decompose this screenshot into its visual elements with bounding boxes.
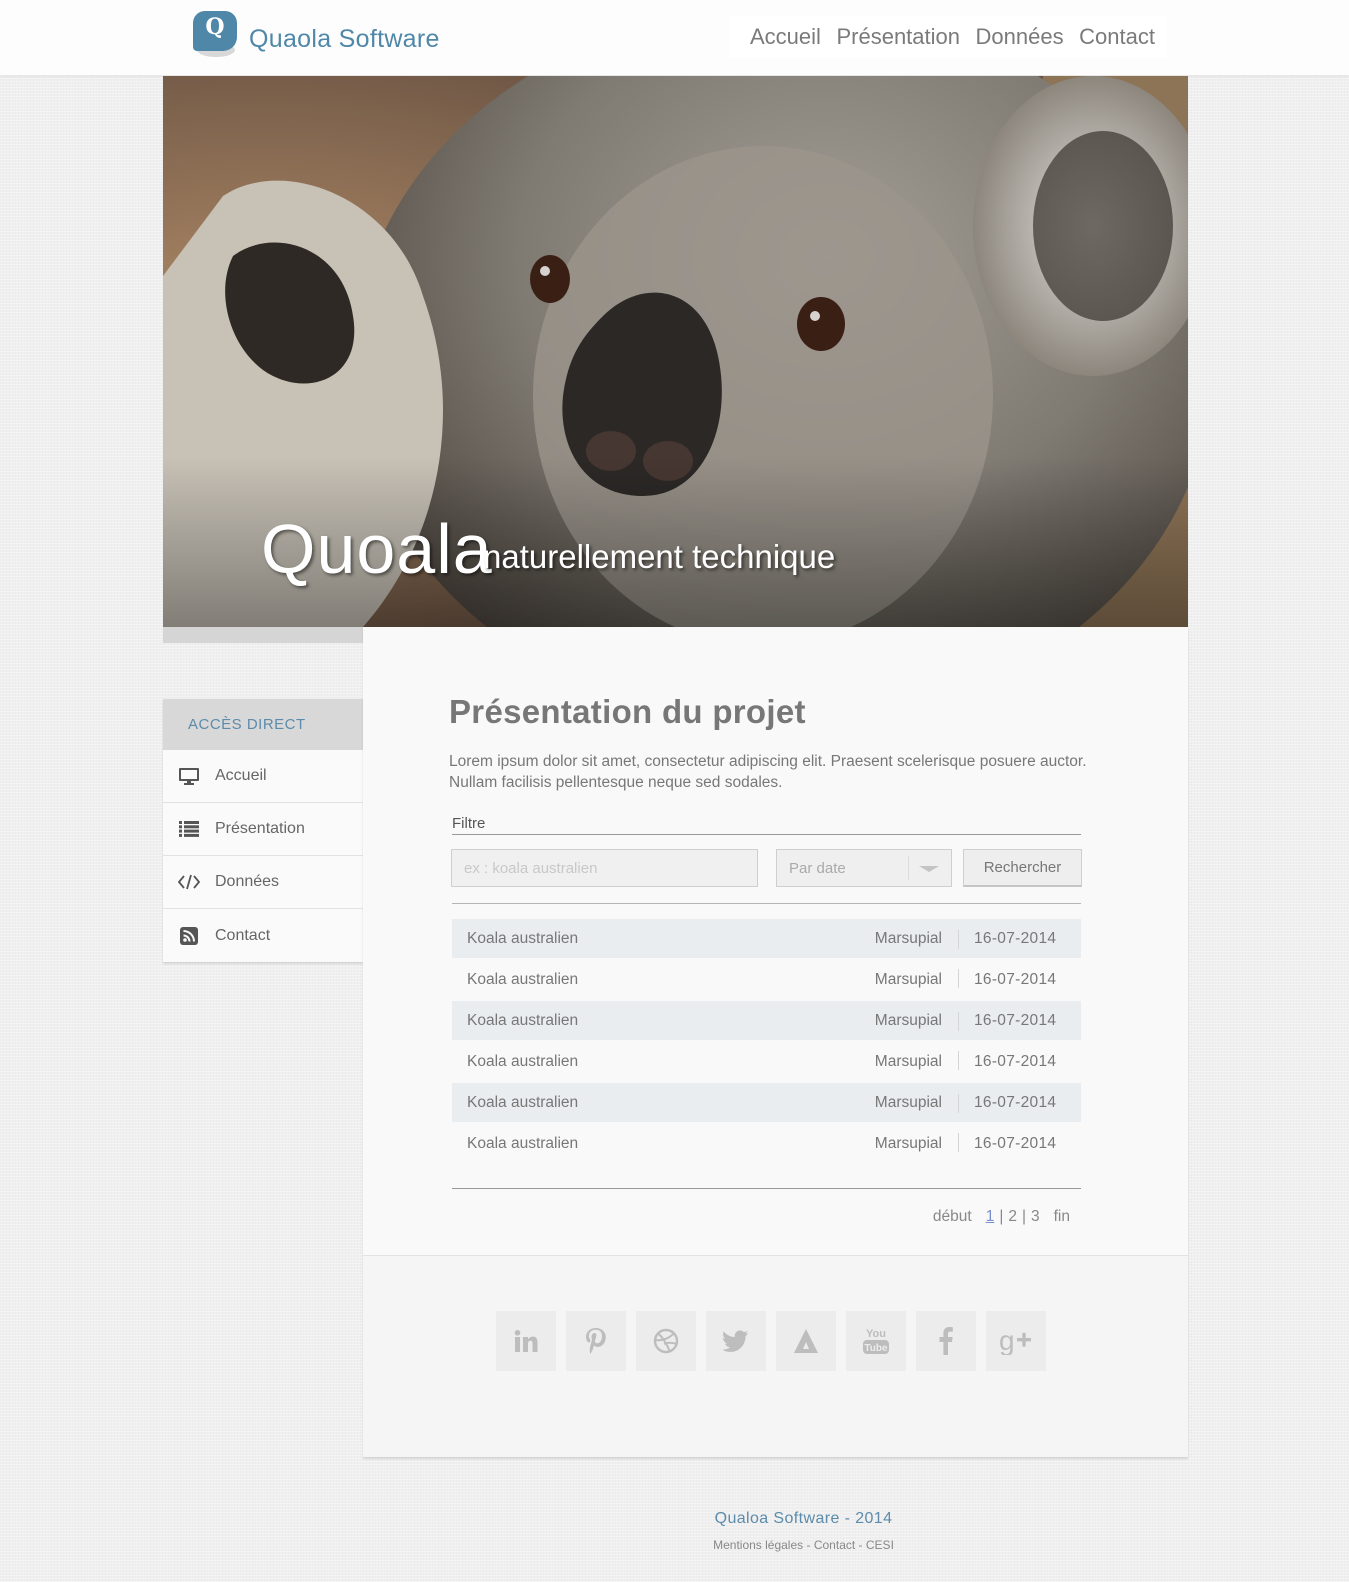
facebook-icon[interactable] (916, 1311, 976, 1371)
sidebar-item-donnees[interactable]: Données (163, 856, 363, 909)
search-input[interactable] (451, 849, 758, 887)
table-row[interactable]: Koala australien Marsupial 16-07-2014 (452, 958, 1081, 1001)
chevron-down-icon (919, 866, 939, 872)
sidebar-item-label: Accueil (215, 767, 267, 784)
rss-icon (178, 926, 200, 946)
row-category: Marsupial (874, 929, 942, 947)
sidebar-top-strip (163, 627, 363, 643)
row-category: Marsupial (874, 970, 942, 988)
svg-text:You: You (866, 1328, 886, 1340)
brand-logo[interactable]: Q Quaola Software (193, 11, 440, 59)
googleplus-icon[interactable]: g (986, 1311, 1046, 1371)
results-table: Koala australien Marsupial 16-07-2014 Ko… (452, 919, 1081, 1165)
pagination-last[interactable]: fin (1054, 1208, 1070, 1226)
pagination-page-1[interactable]: 1 (986, 1208, 995, 1226)
monitor-icon (178, 766, 200, 786)
row-date: 16-07-2014 (974, 970, 1057, 988)
filter-divider (452, 834, 1081, 835)
svg-text:Tube: Tube (864, 1343, 888, 1354)
footer-link-cesi[interactable]: CESI (866, 1538, 894, 1552)
row-date: 16-07-2014 (974, 1052, 1057, 1070)
footer-link-legal[interactable]: Mentions légales (713, 1538, 803, 1552)
dribbble-icon[interactable] (636, 1311, 696, 1371)
row-category: Marsupial (874, 1093, 942, 1111)
sidebar-item-accueil[interactable]: Accueil (163, 750, 363, 803)
sidebar-heading: ACCÈS DIRECT (163, 699, 363, 750)
row-date: 16-07-2014 (974, 1011, 1057, 1029)
pagination-page-3[interactable]: 3 (1031, 1208, 1040, 1226)
row-name: Koala australien (467, 1052, 579, 1070)
row-name: Koala australien (467, 1011, 579, 1029)
youtube-icon[interactable]: You Tube (846, 1311, 906, 1371)
row-category: Marsupial (874, 1011, 942, 1029)
search-button[interactable]: Rechercher (963, 849, 1082, 887)
nav-link-contact[interactable]: Contact (1079, 24, 1155, 50)
nav-link-donnees[interactable]: Données (976, 24, 1064, 50)
footer-title: Qualoa Software - 2014 (714, 1510, 893, 1527)
sidebar-item-contact[interactable]: Contact (163, 909, 363, 962)
row-date: 16-07-2014 (974, 1134, 1057, 1152)
row-date: 16-07-2014 (974, 929, 1057, 947)
row-name: Koala australien (467, 970, 579, 988)
twitter-icon[interactable] (706, 1311, 766, 1371)
top-navigation: Accueil Présentation Données Contact (730, 16, 1167, 58)
logo-bubble-icon: Q (193, 11, 239, 59)
sidebar-item-label: Contact (215, 926, 271, 944)
nav-link-accueil[interactable]: Accueil (750, 24, 821, 50)
appnet-icon[interactable] (776, 1311, 836, 1371)
row-date: 16-07-2014 (974, 1093, 1057, 1111)
brand-name: Quaola Software (249, 24, 440, 53)
filter-label: Filtre (452, 815, 486, 832)
row-category: Marsupial (874, 1052, 942, 1070)
page-title: Présentation du projet (449, 693, 806, 730)
intro-paragraph: Lorem ipsum dolor sit amet, consectetur … (449, 753, 1087, 791)
logo-letter: Q (205, 14, 225, 40)
table-row[interactable]: Koala australien Marsupial 16-07-2014 (452, 1083, 1081, 1122)
pinterest-icon[interactable] (566, 1311, 626, 1371)
row-name: Koala australien (467, 929, 579, 947)
nav-link-presentation[interactable]: Présentation (836, 24, 960, 50)
sidebar-item-presentation[interactable]: Présentation (163, 803, 363, 856)
code-icon (178, 872, 200, 892)
hero-tagline: naturellement technique (483, 538, 836, 575)
sort-select-value: Par date (789, 859, 846, 877)
results-bottom-divider (452, 1188, 1081, 1189)
linkedin-icon[interactable] (496, 1311, 556, 1371)
sidebar-item-label: Présentation (215, 820, 305, 837)
table-row[interactable]: Koala australien Marsupial 16-07-2014 (452, 1001, 1081, 1040)
hero-title: Quoala (261, 510, 493, 588)
sidebar-item-label: Données (215, 873, 280, 890)
sort-select[interactable]: Par date (776, 849, 952, 887)
row-category: Marsupial (874, 1134, 942, 1152)
pagination-first[interactable]: début (933, 1208, 972, 1226)
list-icon (178, 819, 200, 839)
social-section: You Tube g (363, 1256, 1188, 1457)
table-row[interactable]: Koala australien Marsupial 16-07-2014 (452, 919, 1081, 958)
pagination: début 1 | 2 | 3 fin (932, 1208, 1070, 1226)
top-header: Q Quaola Software Accueil Présentation D… (0, 0, 1349, 75)
social-links: You Tube g (496, 1311, 1046, 1371)
results-top-divider (452, 903, 1081, 904)
sidebar-direct-access: ACCÈS DIRECT Accueil Présentation Donnée… (163, 699, 363, 962)
row-name: Koala australien (467, 1093, 579, 1111)
table-row[interactable]: Koala australien Marsupial 16-07-2014 (452, 1122, 1081, 1165)
pagination-page-2[interactable]: 2 (1008, 1208, 1017, 1226)
hero-banner: Quoala naturellement technique (163, 76, 1188, 627)
svg-text:g: g (999, 1327, 1015, 1355)
footer-links: Mentions légales - Contact - CESI (713, 1538, 894, 1552)
footer-link-contact[interactable]: Contact (814, 1538, 855, 1552)
table-row[interactable]: Koala australien Marsupial 16-07-2014 (452, 1040, 1081, 1083)
row-name: Koala australien (467, 1134, 579, 1152)
main-content: Présentation du projet Lorem ipsum dolor… (363, 627, 1188, 1457)
